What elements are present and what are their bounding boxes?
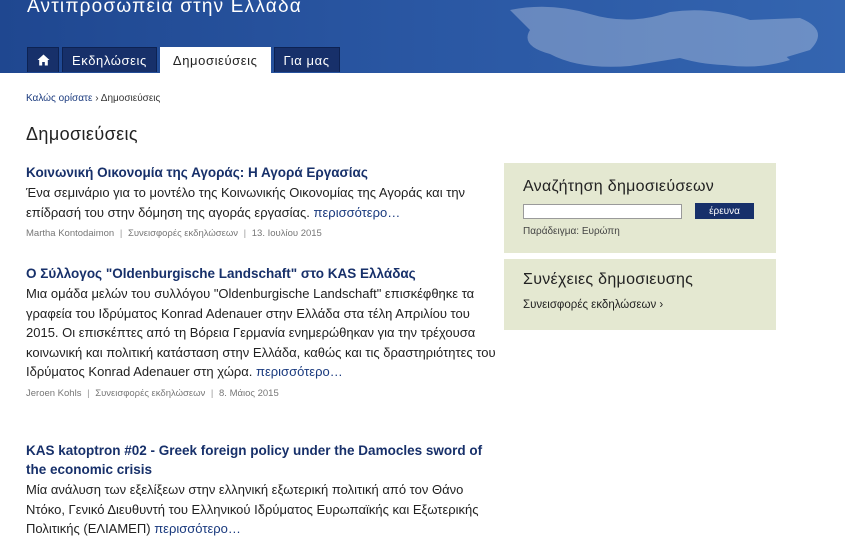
article-category: Συνεισφορές εκδηλώσεων: [127, 228, 239, 239]
article-author: Martha Kontodaimon: [26, 228, 115, 239]
breadcrumb-separator: ›: [95, 93, 99, 104]
article-title-link[interactable]: Ο Σύλλογος "Oldenburgische Landschaft" σ…: [26, 264, 496, 283]
breadcrumb-current: Δημοσιεύσεις: [100, 93, 161, 104]
article-item: Κοινωνική Οικονομία της Αγοράς: Η Αγορά …: [26, 163, 496, 239]
article-item: Ο Σύλλογος "Oldenburgische Landschaft" σ…: [26, 264, 496, 399]
article-summary: Μια ομάδα μελών του συλλόγου "Oldenburgi…: [26, 284, 496, 382]
main-nav: Εκδηλώσεις Δημοσιεύσεις Για μας: [27, 47, 343, 73]
tab-publications[interactable]: Δημοσιεύσεις: [159, 47, 271, 73]
home-icon: [37, 54, 49, 66]
article-author: Jeroen Kohls: [26, 387, 82, 399]
article-meta: Martha Kontodaimon | Συνεισφορές εκδηλώσ…: [26, 228, 496, 239]
tab-about[interactable]: Για μας: [273, 47, 340, 72]
search-row: έρευνα: [523, 203, 757, 219]
publication-series-box: Συνέχειες δημοσιευσης Συνεισφορές εκδηλώ…: [504, 259, 776, 330]
search-button[interactable]: έρευνα: [695, 203, 754, 219]
article-date: 13. Ιουλίου 2015: [251, 228, 322, 239]
search-input[interactable]: [523, 203, 682, 219]
publication-search-box: Αναζήτηση δημοσιεύσεων έρευνα Παράδειγμα…: [504, 163, 776, 253]
article-title-link[interactable]: Κοινωνική Οικονομία της Αγοράς: Η Αγορά …: [26, 163, 496, 182]
meta-separator: |: [243, 228, 247, 239]
article-date: 8. Μάιος 2015: [219, 387, 279, 399]
site-title[interactable]: Αντιπροσωπεία στην Ελλάδα: [27, 0, 302, 18]
article-summary: Ένα σεμινάριο για το μοντέλο της Κοινωνι…: [26, 183, 496, 222]
meta-separator: |: [87, 387, 90, 399]
world-map-graphic: [510, 6, 818, 67]
meta-separator: |: [119, 228, 123, 239]
article-title-link[interactable]: KAS katoptron #02 - Greek foreign policy…: [26, 441, 496, 479]
read-more-link[interactable]: περισσότερο…: [314, 205, 401, 220]
breadcrumb: Καλώς ορίσατε › Δημοσιεύσεις: [26, 93, 160, 104]
article-summary: Μία ανάλυση των εξελίξεων στην ελληνική …: [26, 480, 496, 539]
article-category: Συνεισφορές εκδηλώσεων: [95, 387, 206, 399]
page-title: Δημοσιεύσεις: [26, 124, 139, 144]
tab-events[interactable]: Εκδηλώσεις: [62, 47, 157, 72]
series-box-title: Συνέχειες δημοσιευσης: [523, 271, 694, 288]
site-header: Αντιπροσωπεία στην Ελλάδα Εκδηλώσεις Δημ…: [0, 0, 845, 73]
read-more-link[interactable]: περισσότερο…: [154, 521, 241, 536]
read-more-link[interactable]: περισσότερο…: [256, 364, 343, 379]
nav-home[interactable]: [27, 47, 59, 72]
search-box-title: Αναζήτηση δημοσιεύσεων: [523, 178, 715, 195]
article-summary-text: Μία ανάλυση των εξελίξεων στην ελληνική …: [26, 482, 479, 536]
search-example: Παράδειγμα: Ευρώπη: [523, 226, 620, 237]
article-meta: Jeroen Kohls | Συνεισφορές εκδηλώσεων | …: [26, 388, 496, 399]
series-link[interactable]: Συνεισφορές εκδηλώσεων ›: [523, 299, 757, 311]
breadcrumb-home-link[interactable]: Καλώς ορίσατε: [26, 93, 92, 104]
meta-separator: |: [210, 387, 214, 399]
article-item: KAS katoptron #02 - Greek foreign policy…: [26, 441, 496, 539]
